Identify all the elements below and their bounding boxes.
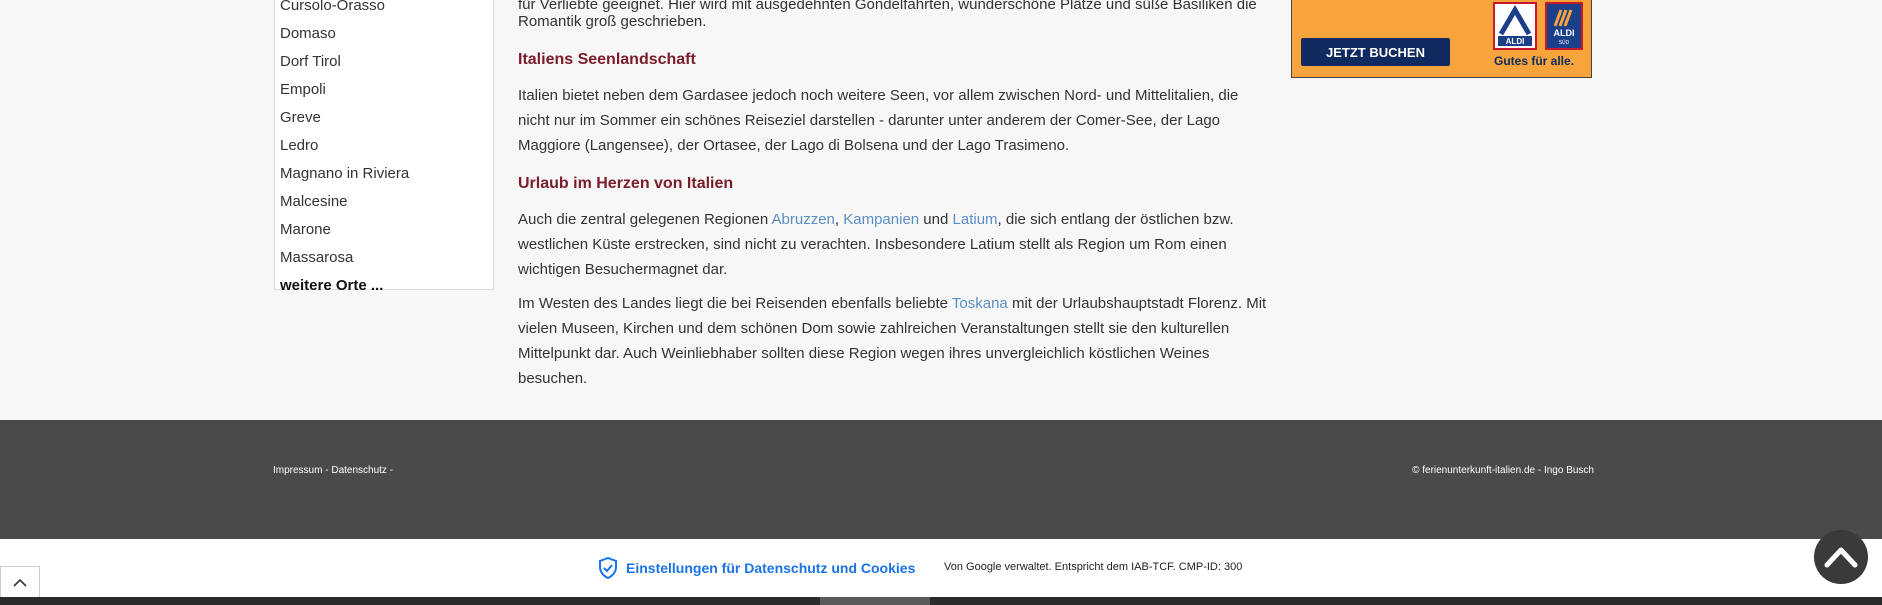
sidebar-item-place[interactable]: Domaso — [280, 25, 336, 42]
chevron-up-icon — [13, 578, 27, 587]
intro-line-2: Romantik groß geschrieben. — [518, 13, 707, 30]
sidebar-item-place[interactable]: Marone — [280, 221, 331, 238]
regions-separator: , — [834, 211, 844, 228]
sidebar-item-place[interactable]: Greve — [280, 109, 321, 126]
privacy-settings-button[interactable]: Einstellungen für Datenschutz und Cookie… — [598, 557, 915, 579]
back-to-top-button[interactable] — [1814, 530, 1868, 584]
section-text-lakes: Italien bietet neben dem Gardasee jedoch… — [518, 87, 1239, 154]
footer-trailing-separator: - — [386, 465, 394, 476]
cookie-consent-bar: Einstellungen für Datenschutz und Cookie… — [0, 539, 1882, 598]
footer-separator: - — [322, 465, 332, 476]
bottom-scrollbar[interactable] — [0, 597, 1882, 605]
section-heading-lakes: Italiens Seenlandschaft — [518, 51, 696, 68]
ad-book-now-button[interactable]: JETZT BUCHEN — [1301, 38, 1450, 66]
privacy-settings-label[interactable]: Einstellungen für Datenschutz und Cookie… — [626, 560, 915, 576]
ad-banner[interactable]: JETZT BUCHEN ALDI ALDI SÜD Gutes für all… — [1291, 0, 1592, 78]
sidebar-places-list: Cursolo-Orasso Domaso Dorf Tirol Empoli … — [274, 0, 494, 294]
scrollbar-thumb[interactable] — [820, 597, 930, 605]
impressum-link[interactable]: Impressum — [273, 465, 322, 476]
sidebar-item-place[interactable]: Empoli — [280, 81, 326, 98]
aldi-sued-logo-sub: SÜD — [1559, 39, 1570, 46]
aldi-nord-logo-text: ALDI — [1506, 37, 1525, 46]
sidebar-item-place[interactable]: Massarosa — [280, 249, 353, 266]
shield-check-icon — [599, 557, 617, 579]
aldi-nord-logo: ALDI — [1493, 2, 1537, 50]
ad-tagline: Gutes für alle. — [1494, 54, 1575, 68]
abruzzen-link[interactable]: Abruzzen — [772, 211, 835, 228]
aldi-sued-logo: ALDI SÜD — [1545, 2, 1583, 50]
regions-and: und — [919, 211, 953, 228]
sidebar-item-place[interactable]: Magnano in Riviera — [280, 165, 409, 182]
sidebar-more-places-link[interactable]: weitere Orte ... — [280, 277, 383, 294]
section-heading-central-italy: Urlaub im Herzen von Italien — [518, 175, 734, 192]
sidebar-item-place[interactable]: Ledro — [280, 137, 318, 154]
footer-copyright: © ferienunterkunft-italien.de - Ingo Bus… — [1412, 465, 1594, 476]
consent-info-text: Von Google verwaltet. Entspricht dem IAB… — [944, 561, 1243, 573]
site-footer: Impressum - Datenschutz - © ferienunterk… — [0, 420, 1882, 539]
sidebar-item-place[interactable]: Dorf Tirol — [280, 53, 341, 70]
datenschutz-link[interactable]: Datenschutz — [331, 465, 387, 476]
section-text-regions: Auch die zentral gelegenen Regionen Abru… — [518, 207, 1268, 282]
footer-links: Impressum - Datenschutz - — [273, 465, 393, 476]
aldi-sued-logo-icon: ALDI SÜD — [1547, 4, 1581, 48]
latium-link[interactable]: Latium — [953, 211, 998, 228]
aldi-sued-logo-text: ALDI — [1554, 28, 1575, 38]
sidebar-item-place[interactable]: Cursolo-Orasso — [280, 0, 385, 14]
section-text-tuscany: Im Westen des Landes liegt die bei Reise… — [518, 291, 1268, 391]
sidebar-item-place[interactable]: Malcesine — [280, 193, 348, 210]
toskana-link[interactable]: Toskana — [952, 295, 1008, 312]
aldi-nord-logo-icon: ALDI — [1495, 4, 1535, 48]
kampanien-link[interactable]: Kampanien — [843, 211, 919, 228]
regions-text-start: Auch die zentral gelegenen Regionen — [518, 211, 772, 228]
chevron-up-icon — [1824, 547, 1858, 568]
tuscany-text-start: Im Westen des Landes liegt die bei Reise… — [518, 295, 952, 312]
consent-expand-tab[interactable] — [0, 566, 40, 598]
